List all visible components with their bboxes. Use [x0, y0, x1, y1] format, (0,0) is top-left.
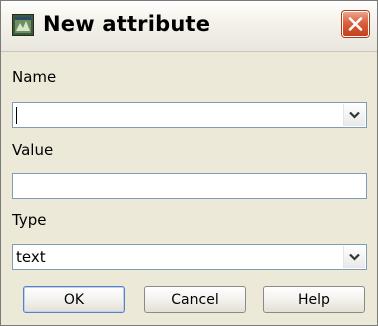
value-label: Value	[12, 141, 54, 159]
chevron-down-icon	[349, 111, 360, 119]
chevron-down-icon	[349, 253, 360, 261]
new-attribute-dialog: New attribute Name Value Type text OK Ca…	[0, 0, 378, 326]
name-combobox[interactable]	[12, 102, 367, 128]
close-icon	[348, 17, 363, 31]
help-button[interactable]: Help	[263, 286, 365, 313]
type-selected-value: text	[16, 248, 46, 266]
type-label: Type	[12, 211, 47, 229]
dialog-title: New attribute	[43, 12, 211, 36]
close-button[interactable]	[342, 11, 369, 37]
type-dropdown-button[interactable]	[343, 246, 365, 268]
type-select[interactable]: text	[12, 244, 367, 270]
text-cursor	[16, 107, 17, 124]
ok-button[interactable]: OK	[23, 286, 125, 313]
application-icon	[12, 14, 34, 36]
name-dropdown-button[interactable]	[343, 104, 365, 126]
cancel-button[interactable]: Cancel	[144, 286, 246, 313]
name-label: Name	[12, 68, 57, 86]
title-bar[interactable]: New attribute	[1, 1, 377, 52]
value-input[interactable]	[12, 173, 367, 199]
